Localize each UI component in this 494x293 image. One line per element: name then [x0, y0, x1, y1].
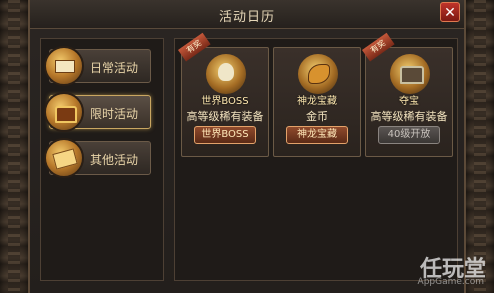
unlock-level-button[interactable]: 40级开放 [378, 126, 440, 144]
chest-icon [390, 54, 430, 94]
game-screen: 活动日历 ✕ 日常活动 限时活动 其他活动 有奖 世界BOSS 高等级稀有装备 [0, 0, 494, 293]
world-boss-button[interactable]: 世界BOSS [194, 126, 256, 144]
dialog-title: 活动日历 [218, 10, 275, 25]
card-reward: 高等级稀有装备 [186, 110, 264, 123]
card-reward: 金币 [306, 110, 328, 123]
menu-item-daily[interactable]: 日常活动 [44, 46, 151, 86]
scroll-icon [44, 138, 84, 178]
activity-card-world-boss[interactable]: 有奖 世界BOSS 高等级稀有装备 世界BOSS [178, 32, 269, 157]
left-ornament-pillar [0, 0, 28, 293]
book-icon [44, 46, 84, 86]
dragon-icon [298, 54, 338, 94]
menu-item-label: 限时活动 [90, 107, 139, 121]
chest-icon [44, 92, 84, 132]
card-name: 世界BOSS [201, 96, 249, 107]
card-reward: 高等级稀有装备 [370, 110, 448, 123]
menu-item-label: 日常活动 [90, 61, 139, 75]
watermark-sub: AppGame.com [417, 277, 484, 287]
menu-item-other[interactable]: 其他活动 [44, 138, 151, 178]
menu-item-label: 其他活动 [90, 153, 139, 167]
reward-ribbon: 有奖 [362, 32, 395, 62]
reward-ribbon: 有奖 [178, 32, 211, 62]
skull-icon [206, 54, 246, 94]
close-icon: ✕ [444, 5, 456, 21]
close-button[interactable]: ✕ [440, 2, 460, 22]
card-name: 夺宝 [399, 96, 419, 107]
activity-card-treasure-hunt[interactable]: 有奖 夺宝 高等级稀有装备 40级开放 [362, 32, 453, 157]
activity-category-menu: 日常活动 限时活动 其他活动 [40, 38, 164, 281]
activity-card-dragon-treasure[interactable]: 神龙宝藏 金币 神龙宝藏 [273, 47, 361, 157]
menu-item-limited[interactable]: 限时活动 [44, 92, 151, 132]
activity-cards-panel: 有奖 世界BOSS 高等级稀有装备 世界BOSS 神龙宝藏 金币 神龙宝藏 有奖… [174, 32, 458, 281]
card-name: 神龙宝藏 [297, 96, 337, 107]
watermark-logo: 任玩堂 AppGame.com [366, 249, 486, 289]
dragon-treasure-button[interactable]: 神龙宝藏 [286, 126, 348, 144]
dialog-titlebar: 活动日历 ✕ [30, 0, 464, 29]
